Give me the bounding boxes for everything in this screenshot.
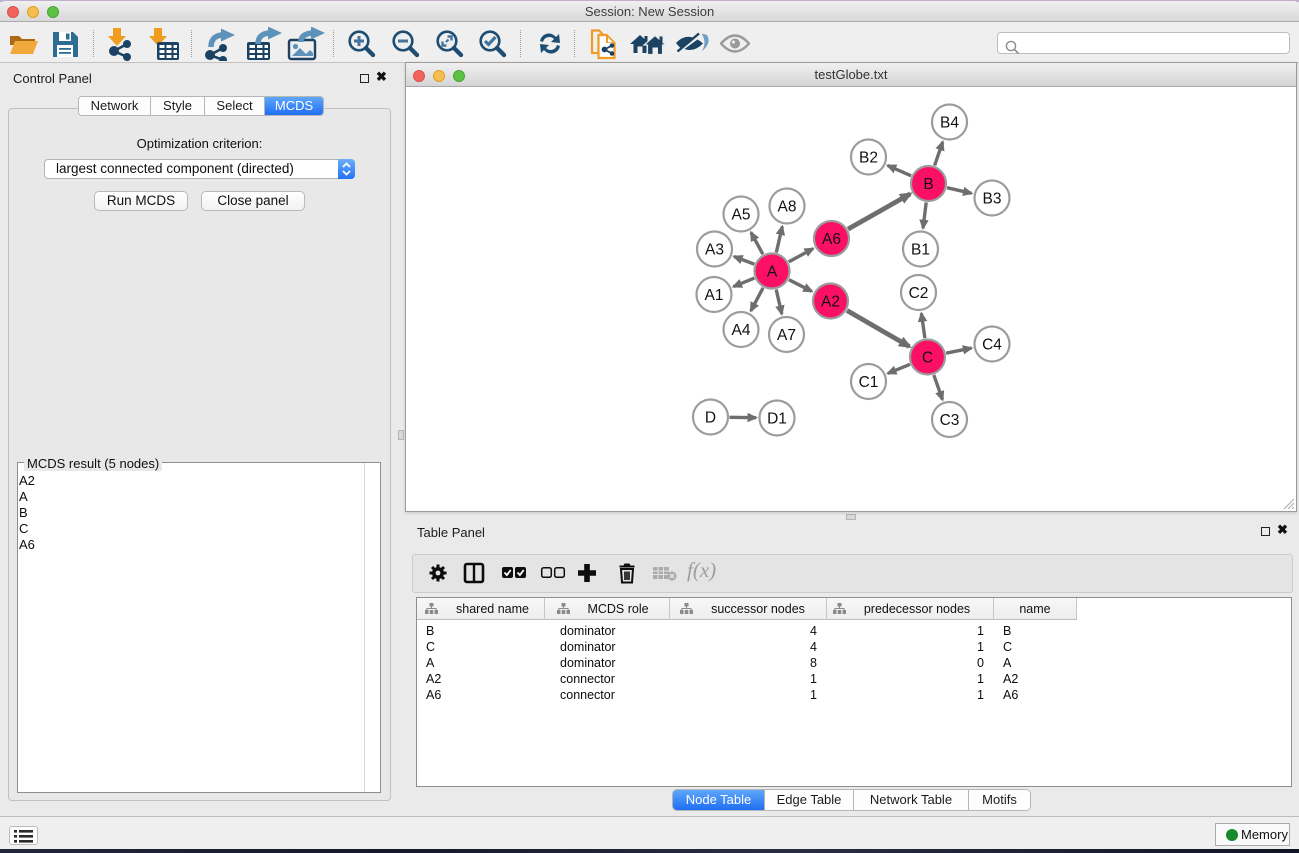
svg-text:C2: C2 [909,285,929,302]
svg-text:A6: A6 [822,231,841,248]
svg-text:C: C [922,350,933,367]
svg-text:B2: B2 [859,150,878,167]
svg-text:A5: A5 [732,207,751,224]
svg-text:D1: D1 [767,411,787,428]
svg-text:D: D [705,410,716,427]
svg-text:B3: B3 [983,191,1002,208]
svg-text:A1: A1 [705,287,724,304]
svg-text:B: B [923,176,933,193]
svg-text:A3: A3 [705,242,724,259]
svg-text:A8: A8 [778,199,797,216]
svg-text:C3: C3 [940,412,960,429]
svg-text:B1: B1 [911,242,930,259]
svg-text:C1: C1 [859,374,879,391]
svg-text:A7: A7 [777,327,796,344]
svg-text:C4: C4 [982,337,1002,354]
svg-text:A4: A4 [732,322,751,339]
svg-text:B4: B4 [940,115,959,132]
svg-text:A2: A2 [821,294,840,311]
svg-text:A: A [767,264,778,281]
